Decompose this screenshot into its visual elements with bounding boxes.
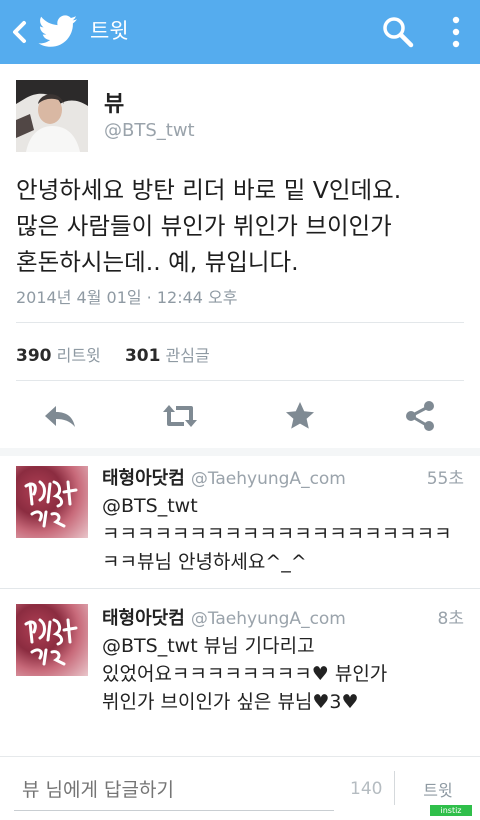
divider: [16, 322, 464, 323]
tweet-text-line: 안녕하세요 방탄 리더 바로 밑 V인데요.: [16, 176, 402, 204]
page-title: 트윗: [90, 19, 129, 43]
reply-text-line: 뷔인가 브이인가 싶은 뷰님♥3♥: [102, 691, 359, 713]
avatar-handwriting: [24, 618, 78, 666]
reply-author-handle[interactable]: @TaehyungA_com: [191, 469, 346, 489]
top-app-bar: 트윗: [0, 0, 480, 64]
chevron-left-icon[interactable]: [6, 17, 32, 47]
favorite-label[interactable]: 관심글: [166, 346, 210, 365]
reply-text: @BTS_twt 뷰님 기다리고 있었어요ㅋㅋㅋㅋㅋㅋㅋㅋ♥ 뷰인가 뷔인가 브…: [102, 632, 462, 716]
reply-avatar[interactable]: [16, 466, 88, 538]
reply-time: 8초: [437, 609, 464, 629]
more-vertical-icon[interactable]: [444, 14, 468, 50]
reply-author[interactable]: 태형아닷컴 @TaehyungA_com: [102, 464, 346, 490]
author-avatar[interactable]: [16, 80, 88, 152]
reply-text-line: @BTS_twt 뷰님 기다리고: [102, 635, 315, 657]
retweet-icon[interactable]: [162, 398, 198, 434]
reply-text-line: ㅋㅋㅋㅋㅋㅋㅋㅋㅋㅋㅋㅋㅋㅋㅋㅋㅋㅋㅋㅋ: [102, 523, 452, 545]
reply-icon[interactable]: [42, 398, 78, 434]
avatar-handwriting: [24, 480, 78, 528]
tweet-button[interactable]: 트윗: [412, 777, 464, 801]
favorite-count[interactable]: 301: [125, 346, 161, 366]
author-avatar-photo: [16, 80, 88, 152]
tweet-text-line: 많은 사람들이 뷰인가 뷔인가 브이인가: [16, 212, 392, 240]
tweet-timestamp: 2014년 4월 01일 · 12:44 오후: [16, 288, 238, 307]
tweet-stats: 390 리트윗 301 관심글: [16, 342, 210, 366]
reply-author-name[interactable]: 태형아닷컴: [102, 468, 185, 489]
reply-text-line: 있었어요ㅋㅋㅋㅋㅋㅋㅋㅋ♥ 뷰인가: [102, 663, 388, 685]
twitter-bird-icon[interactable]: [38, 14, 78, 50]
retweet-label[interactable]: 리트윗: [57, 346, 101, 365]
author-name[interactable]: 뷰: [104, 86, 124, 118]
section-separator: [0, 448, 480, 456]
reply-avatar[interactable]: [16, 604, 88, 676]
divider: [0, 588, 480, 589]
reply-text-line: @BTS_twt: [102, 495, 198, 517]
reply-text-line: ㅋㅋ뷰님 안녕하세요^_^: [102, 551, 307, 573]
star-icon[interactable]: [282, 398, 318, 434]
reply-input[interactable]: [14, 769, 334, 811]
reply-compose-bar: 140 트윗: [0, 756, 480, 820]
share-icon[interactable]: [402, 398, 438, 434]
divider: [394, 771, 395, 805]
tweet-text-line: 혼돈하시는데.. 예, 뷰입니다.: [16, 248, 299, 276]
author-handle[interactable]: @BTS_twt: [104, 120, 195, 141]
reply-item[interactable]: 태형아닷컴 @TaehyungA_com 8초 @BTS_twt 뷰님 기다리고 …: [0, 596, 480, 746]
reply-author[interactable]: 태형아닷컴 @TaehyungA_com: [102, 604, 346, 630]
reply-text: @BTS_twt ㅋㅋㅋㅋㅋㅋㅋㅋㅋㅋㅋㅋㅋㅋㅋㅋㅋㅋㅋㅋ ㅋㅋ뷰님 안녕하세요…: [102, 492, 462, 576]
character-counter: 140: [350, 779, 383, 799]
tweet-actions: [0, 396, 480, 436]
reply-time: 55초: [426, 469, 464, 489]
reply-author-handle[interactable]: @TaehyungA_com: [191, 609, 346, 629]
retweet-count[interactable]: 390: [16, 346, 52, 366]
reply-item[interactable]: 태형아닷컴 @TaehyungA_com 55초 @BTS_twt ㅋㅋㅋㅋㅋㅋㅋ…: [0, 456, 480, 588]
watermark-logo: instiz: [430, 805, 472, 816]
divider: [16, 380, 464, 381]
search-icon[interactable]: [380, 14, 416, 50]
tweet-text: 안녕하세요 방탄 리더 바로 밑 V인데요. 많은 사람들이 뷰인가 뷔인가 브…: [16, 172, 466, 280]
reply-author-name[interactable]: 태형아닷컴: [102, 608, 185, 629]
